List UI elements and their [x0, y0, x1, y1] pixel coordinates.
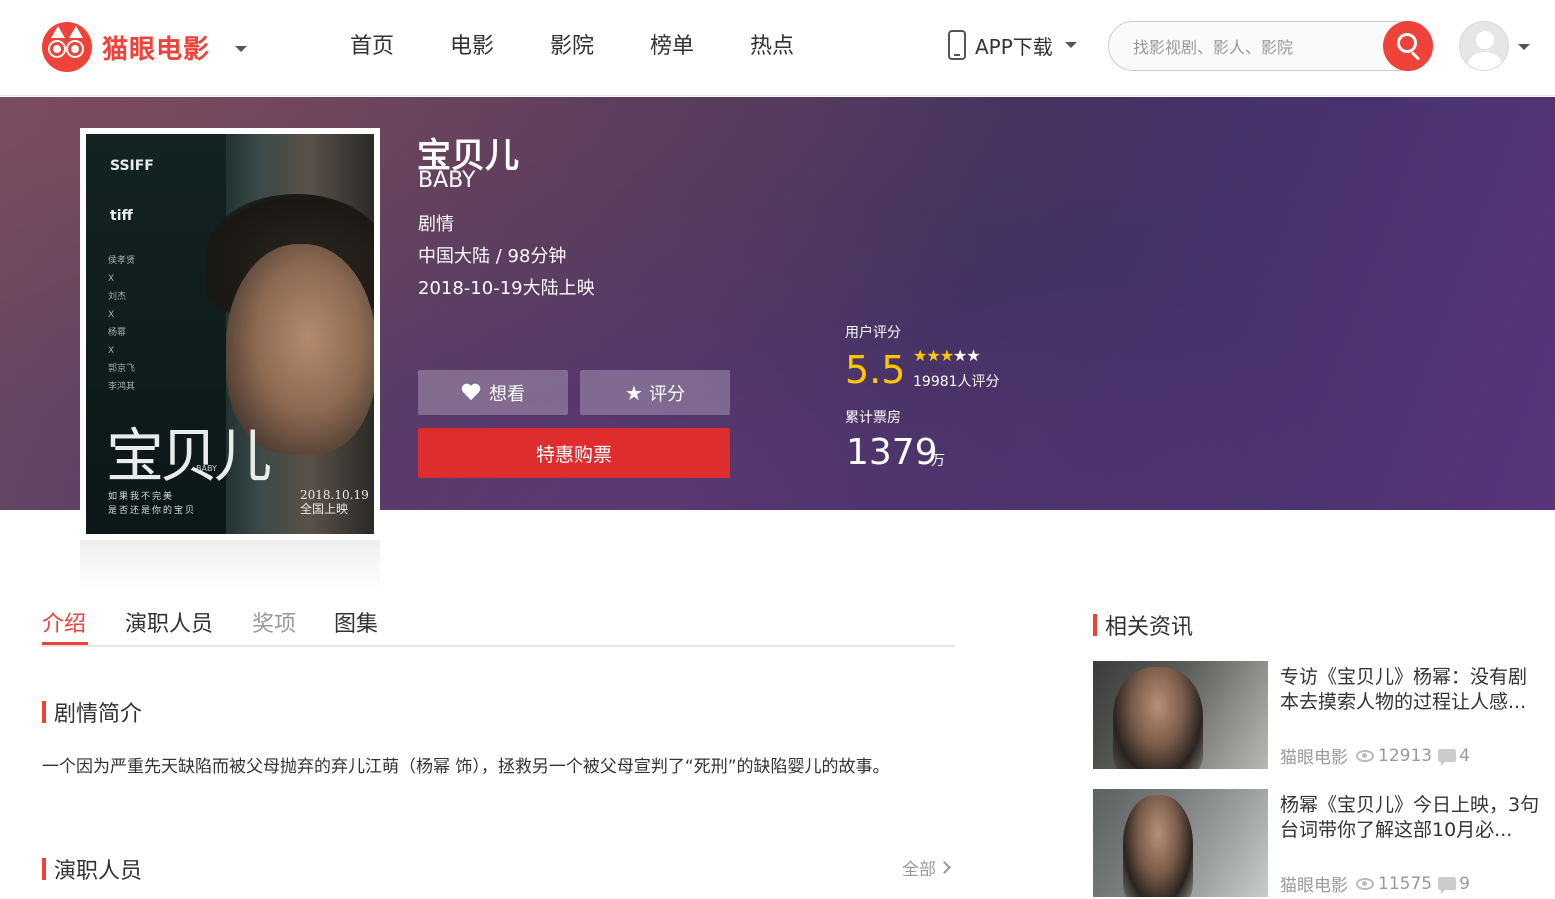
movie-genre: 剧情	[418, 214, 454, 235]
cat-logo-icon	[42, 22, 92, 72]
rating-star-icon: ★	[913, 346, 927, 365]
app-download-label: APP下载	[975, 34, 1053, 59]
news-heading: 相关资讯	[1093, 609, 1193, 641]
tab-intro[interactable]: 介绍	[42, 606, 86, 638]
news-comments: 4	[1459, 745, 1470, 766]
nav-movies[interactable]: 电影	[422, 28, 522, 66]
synopsis-heading: 剧情简介	[42, 696, 142, 728]
heart-icon	[461, 384, 481, 402]
score-count: 19981人评分	[913, 374, 1000, 390]
news-item[interactable]: 专访《宝贝儿》杨幂：没有剧本去摸索人物的过程让人感... 猫眼电影 12913 …	[1093, 661, 1543, 771]
comment-icon	[1438, 749, 1457, 766]
want-label: 想看	[489, 383, 525, 405]
score-label: 用户评分	[845, 325, 901, 341]
movie-poster: SSIFF tiff 侯孝贤 X 刘杰 X 杨幂 X 郭京飞 李鸿其 宝贝儿 B…	[80, 128, 380, 540]
star-icon: ★	[625, 380, 643, 405]
movie-english-title: BABY	[418, 168, 476, 193]
news-title: 专访《宝贝儿》杨幂：没有剧本去摸索人物的过程让人感...	[1280, 666, 1528, 713]
main-nav: 首页 电影 影院 榜单 热点	[322, 28, 822, 66]
score-value: 5.5	[845, 348, 906, 392]
rate-label: 评分	[648, 383, 685, 405]
news-views: 12913	[1378, 745, 1433, 766]
tab-awards[interactable]: 奖项	[252, 606, 296, 638]
news-thumbnail	[1093, 661, 1268, 769]
user-avatar[interactable]	[1459, 21, 1509, 71]
rate-button[interactable]: ★ 评分	[580, 370, 730, 415]
poster-shadow	[80, 540, 380, 590]
tab-gallery[interactable]: 图集	[334, 606, 378, 638]
box-office-label: 累计票房	[845, 410, 901, 426]
nav-home[interactable]: 首页	[322, 28, 422, 66]
nav-rankings[interactable]: 榜单	[622, 28, 722, 66]
news-source: 猫眼电影	[1280, 748, 1348, 768]
poster-tag: BABY	[196, 464, 217, 473]
nav-hot[interactable]: 热点	[722, 28, 822, 66]
chevron-down-icon	[1064, 42, 1077, 48]
poster-title: 宝贝儿	[106, 422, 272, 490]
synopsis-text: 一个因为严重先天缺陷而被父母抛弃的弃儿江萌（杨幂 饰），拯救另一个被父母宣判了“…	[42, 757, 890, 777]
rating-star-icon: ★	[926, 346, 940, 365]
tab-cast[interactable]: 演职人员	[125, 606, 213, 638]
movie-region-duration: 中国大陆 / 98分钟	[418, 246, 567, 267]
news-views: 11575	[1378, 873, 1433, 894]
news-source: 猫眼电影	[1280, 876, 1348, 896]
box-office-value: 1379	[846, 432, 938, 473]
logo-text: 猫眼电影	[102, 34, 211, 65]
movie-release-date: 2018-10-19大陆上映	[418, 278, 595, 299]
comment-icon	[1438, 877, 1457, 894]
city-dropdown-caret-icon[interactable]	[235, 46, 247, 52]
phone-icon	[948, 30, 966, 60]
rating-star-icon: ★	[939, 346, 954, 365]
news-thumbnail	[1093, 789, 1268, 897]
rating-stars: ★★★★★	[913, 346, 981, 365]
news-item[interactable]: 杨幂《宝贝儿》今日上映，3句台词带你了解这部10月必... 猫眼电影 11575…	[1093, 789, 1543, 899]
active-tab-indicator	[42, 642, 88, 645]
maoyan-logo[interactable]: 猫眼电影	[42, 22, 210, 72]
search-button[interactable]	[1383, 21, 1433, 71]
news-meta: 猫眼电影 11575 9	[1280, 871, 1470, 897]
search-icon	[1397, 33, 1417, 53]
box-office-unit: 万	[931, 453, 945, 469]
search-bar	[1108, 21, 1433, 71]
poster-festival-laurels: SSIFF tiff	[110, 158, 154, 224]
poster-tagline: 如果我不完美 是否还是你的宝贝	[108, 492, 197, 516]
user-menu-caret-icon[interactable]	[1518, 44, 1530, 50]
search-input[interactable]	[1133, 34, 1373, 60]
want-to-see-button[interactable]: 想看	[418, 370, 568, 415]
movie-tabs: 介绍 演职人员 奖项 图集	[42, 596, 955, 647]
chevron-right-icon	[938, 861, 951, 874]
rating-star-icon: ★	[953, 346, 967, 365]
top-header: 猫眼电影 首页 电影 影院 榜单 热点 APP下载	[0, 0, 1555, 96]
buy-ticket-button[interactable]: 特惠购票	[418, 428, 730, 478]
views-icon	[1356, 877, 1374, 890]
poster-date: 2018.10.19 全国上映	[300, 488, 369, 516]
news-meta: 猫眼电影 12913 4	[1280, 743, 1470, 769]
news-comments: 9	[1459, 873, 1470, 894]
app-download-menu[interactable]: APP下载	[948, 30, 1077, 60]
news-title: 杨幂《宝贝儿》今日上映，3句台词带你了解这部10月必...	[1280, 794, 1540, 841]
nav-cinemas[interactable]: 影院	[522, 28, 622, 66]
poster-credits: 侯孝贤 X 刘杰 X 杨幂 X 郭京飞 李鸿其	[108, 256, 136, 392]
cast-heading: 演职人员	[42, 853, 142, 885]
cast-all-link[interactable]: 全部	[902, 855, 951, 880]
rating-star-icon: ★	[966, 346, 980, 365]
views-icon	[1356, 749, 1374, 762]
